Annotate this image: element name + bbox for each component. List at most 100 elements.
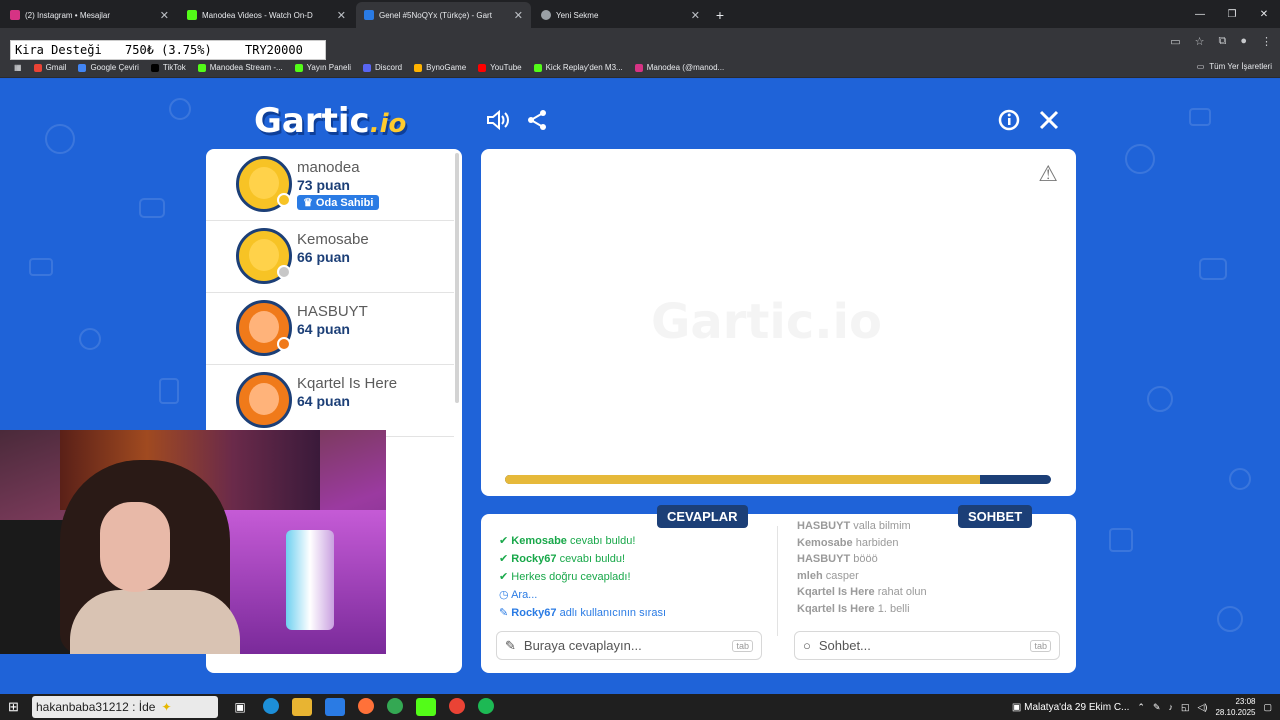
chat-text: bööö — [853, 553, 878, 565]
task-view-icon[interactable]: ▣ — [230, 698, 250, 716]
status-dot — [277, 265, 291, 279]
bookmark-google-translate[interactable]: Google Çeviri — [72, 63, 144, 72]
bookmark-kick-replay[interactable]: Kick Replay'den M3... — [528, 63, 629, 72]
bookmark-tiktok[interactable]: TikTok — [145, 63, 192, 72]
tiktok-icon — [150, 63, 159, 72]
player-score: 73 puan — [297, 177, 350, 193]
kick-app-icon[interactable] — [416, 698, 436, 716]
windows-start-icon[interactable]: ⊞ — [8, 699, 19, 715]
all-bookmarks[interactable]: ▭ Tüm Yer İşaretleri — [1197, 62, 1272, 71]
tray-chevron-icon[interactable]: ⌃ — [1137, 702, 1145, 713]
bookmark-youtube[interactable]: YouTube — [472, 63, 527, 72]
minimize-icon[interactable]: — — [1184, 0, 1216, 28]
chat-header: SOHBET — [958, 505, 1033, 528]
player-card[interactable]: manodea 73 puan ♛ Oda Sahibi — [206, 149, 454, 221]
close-icon[interactable]: ✕ — [514, 9, 523, 22]
clock[interactable]: 23:08 28.10.2025 — [1215, 696, 1255, 718]
star-icon[interactable]: ☆ — [1195, 35, 1205, 48]
share-icon[interactable] — [526, 109, 548, 137]
pen-icon[interactable]: ✎ — [1153, 702, 1161, 713]
chrome-active-icon[interactable] — [449, 698, 465, 714]
player-score: 66 puan — [297, 249, 350, 265]
chat-nick: Kqartel Is Here — [797, 602, 875, 615]
webcam-overlay — [0, 430, 386, 654]
donation-amount: 750₺ (3.75%) — [125, 43, 212, 57]
list-item: ✎ Rocky67 adlı kullanıcının sırası — [499, 604, 666, 622]
toolbar-icons: ▭ ☆ ⧉ ● ⋮ — [1170, 35, 1272, 48]
badge-label: Oda Sahibi — [315, 197, 374, 209]
players-scrollbar[interactable] — [455, 153, 459, 403]
player-score: 64 puan — [297, 393, 350, 409]
sound-icon[interactable] — [486, 109, 510, 137]
apps-icon[interactable]: ▦ — [8, 63, 28, 72]
bookmark-manodea-stream[interactable]: Manodea Stream -... — [192, 63, 289, 72]
clock-date: 28.10.2025 — [1215, 708, 1256, 717]
drawing-canvas[interactable]: Gartic.io ⚠ — [481, 149, 1076, 496]
close-window-icon[interactable]: ✕ — [1248, 0, 1280, 28]
edge-icon[interactable] — [263, 698, 279, 714]
tab-gartic[interactable]: Genel #5NoQYx (Türkçe) - Gart ✕ — [356, 2, 531, 28]
tab-instagram[interactable]: (2) Instagram • Mesajlar ✕ — [2, 2, 177, 28]
volume-icon[interactable]: ◁) — [1198, 702, 1208, 713]
bookmark-label: Yayın Paneli — [306, 63, 351, 72]
taskbar-search[interactable]: hakanbaba31212 : İde ✦ — [32, 696, 218, 718]
answer-text: cevabı buldu! — [569, 535, 636, 547]
player-card[interactable]: Kemosabe 66 puan — [206, 221, 454, 293]
player-card[interactable]: HASBUYT 64 puan — [206, 293, 454, 365]
cast-icon[interactable]: ▭ — [1170, 35, 1180, 48]
weather-icon: ▣ — [1011, 701, 1025, 713]
menu-icon[interactable]: ⋮ — [1261, 35, 1272, 48]
answer-input[interactable]: ✎ Buraya cevaplayın... tab — [496, 631, 762, 660]
weather-widget[interactable]: ▣ Malatya'da 29 Ekim C... — [1012, 702, 1130, 713]
kick-icon — [294, 63, 303, 72]
bookmark-bynogame[interactable]: BynoGame — [408, 63, 472, 72]
window-controls: — ❐ ✕ — [1184, 0, 1280, 28]
bookmark-label: Discord — [375, 63, 403, 72]
chrome-icon[interactable] — [387, 698, 403, 714]
maximize-icon[interactable]: ❐ — [1216, 0, 1248, 28]
player-card[interactable]: Kqartel Is Here 64 puan — [206, 365, 454, 437]
check-icon: ✔ — [499, 553, 512, 565]
info-icon[interactable] — [998, 109, 1020, 137]
chat-placeholder: Sohbet... — [818, 638, 871, 653]
tab-key-hint: tab — [1030, 639, 1051, 652]
bookmark-discord[interactable]: Discord — [357, 63, 408, 72]
close-icon[interactable]: ✕ — [691, 9, 700, 22]
new-tab-button[interactable]: + — [708, 7, 732, 23]
avatar — [236, 372, 292, 428]
tab-new[interactable]: Yeni Sekme ✕ — [533, 2, 708, 28]
report-warning-icon[interactable]: ⚠ — [1038, 161, 1058, 187]
bookmark-gmail[interactable]: Gmail — [28, 63, 73, 72]
player-name: Kemosabe — [297, 231, 369, 248]
firefox-icon[interactable] — [358, 698, 374, 714]
network-icon[interactable]: ◱ — [1181, 702, 1190, 713]
close-icon[interactable] — [1038, 109, 1060, 137]
close-icon[interactable]: ✕ — [160, 9, 169, 22]
chat-input[interactable]: ○ Sohbet... tab — [794, 631, 1060, 660]
list-item: mleh casper — [797, 568, 927, 585]
answers-header: CEVAPLAR — [657, 505, 748, 528]
chat-nick: mleh — [797, 569, 823, 582]
list-item: ✔ Herkes doğru cevapladı! — [499, 568, 666, 586]
timer-fill — [505, 475, 981, 484]
answer-text: cevabı buldu! — [559, 553, 626, 565]
gartic-icon — [364, 10, 374, 20]
bookmark-instagram[interactable]: Manodea (@manod... — [629, 63, 731, 72]
file-explorer-icon[interactable] — [292, 698, 312, 716]
bookmark-label: Manodea Stream -... — [209, 63, 283, 72]
microphone-icon[interactable]: ♪ — [1169, 702, 1174, 712]
taskbar-search-text: hakanbaba31212 : İde — [36, 700, 156, 714]
profile-icon[interactable]: ● — [1240, 35, 1247, 48]
weather-text: Malatya'da 29 Ekim C... — [1024, 701, 1130, 713]
room-owner-badge: ♛ Oda Sahibi — [297, 195, 380, 210]
spotify-icon[interactable] — [478, 698, 494, 714]
close-icon[interactable]: ✕ — [337, 9, 346, 22]
canvas-watermark: Gartic.io — [651, 294, 882, 350]
avatar-face — [249, 167, 279, 199]
store-icon[interactable] — [325, 698, 345, 716]
tab-kick-videos[interactable]: Manodea Videos - Watch On-D ✕ — [179, 2, 354, 28]
chat-text: 1. belli — [877, 602, 910, 615]
extensions-icon[interactable]: ⧉ — [1218, 35, 1226, 48]
notification-icon[interactable]: ▢ — [1263, 702, 1272, 713]
bookmark-yayin-paneli[interactable]: Yayın Paneli — [289, 63, 357, 72]
